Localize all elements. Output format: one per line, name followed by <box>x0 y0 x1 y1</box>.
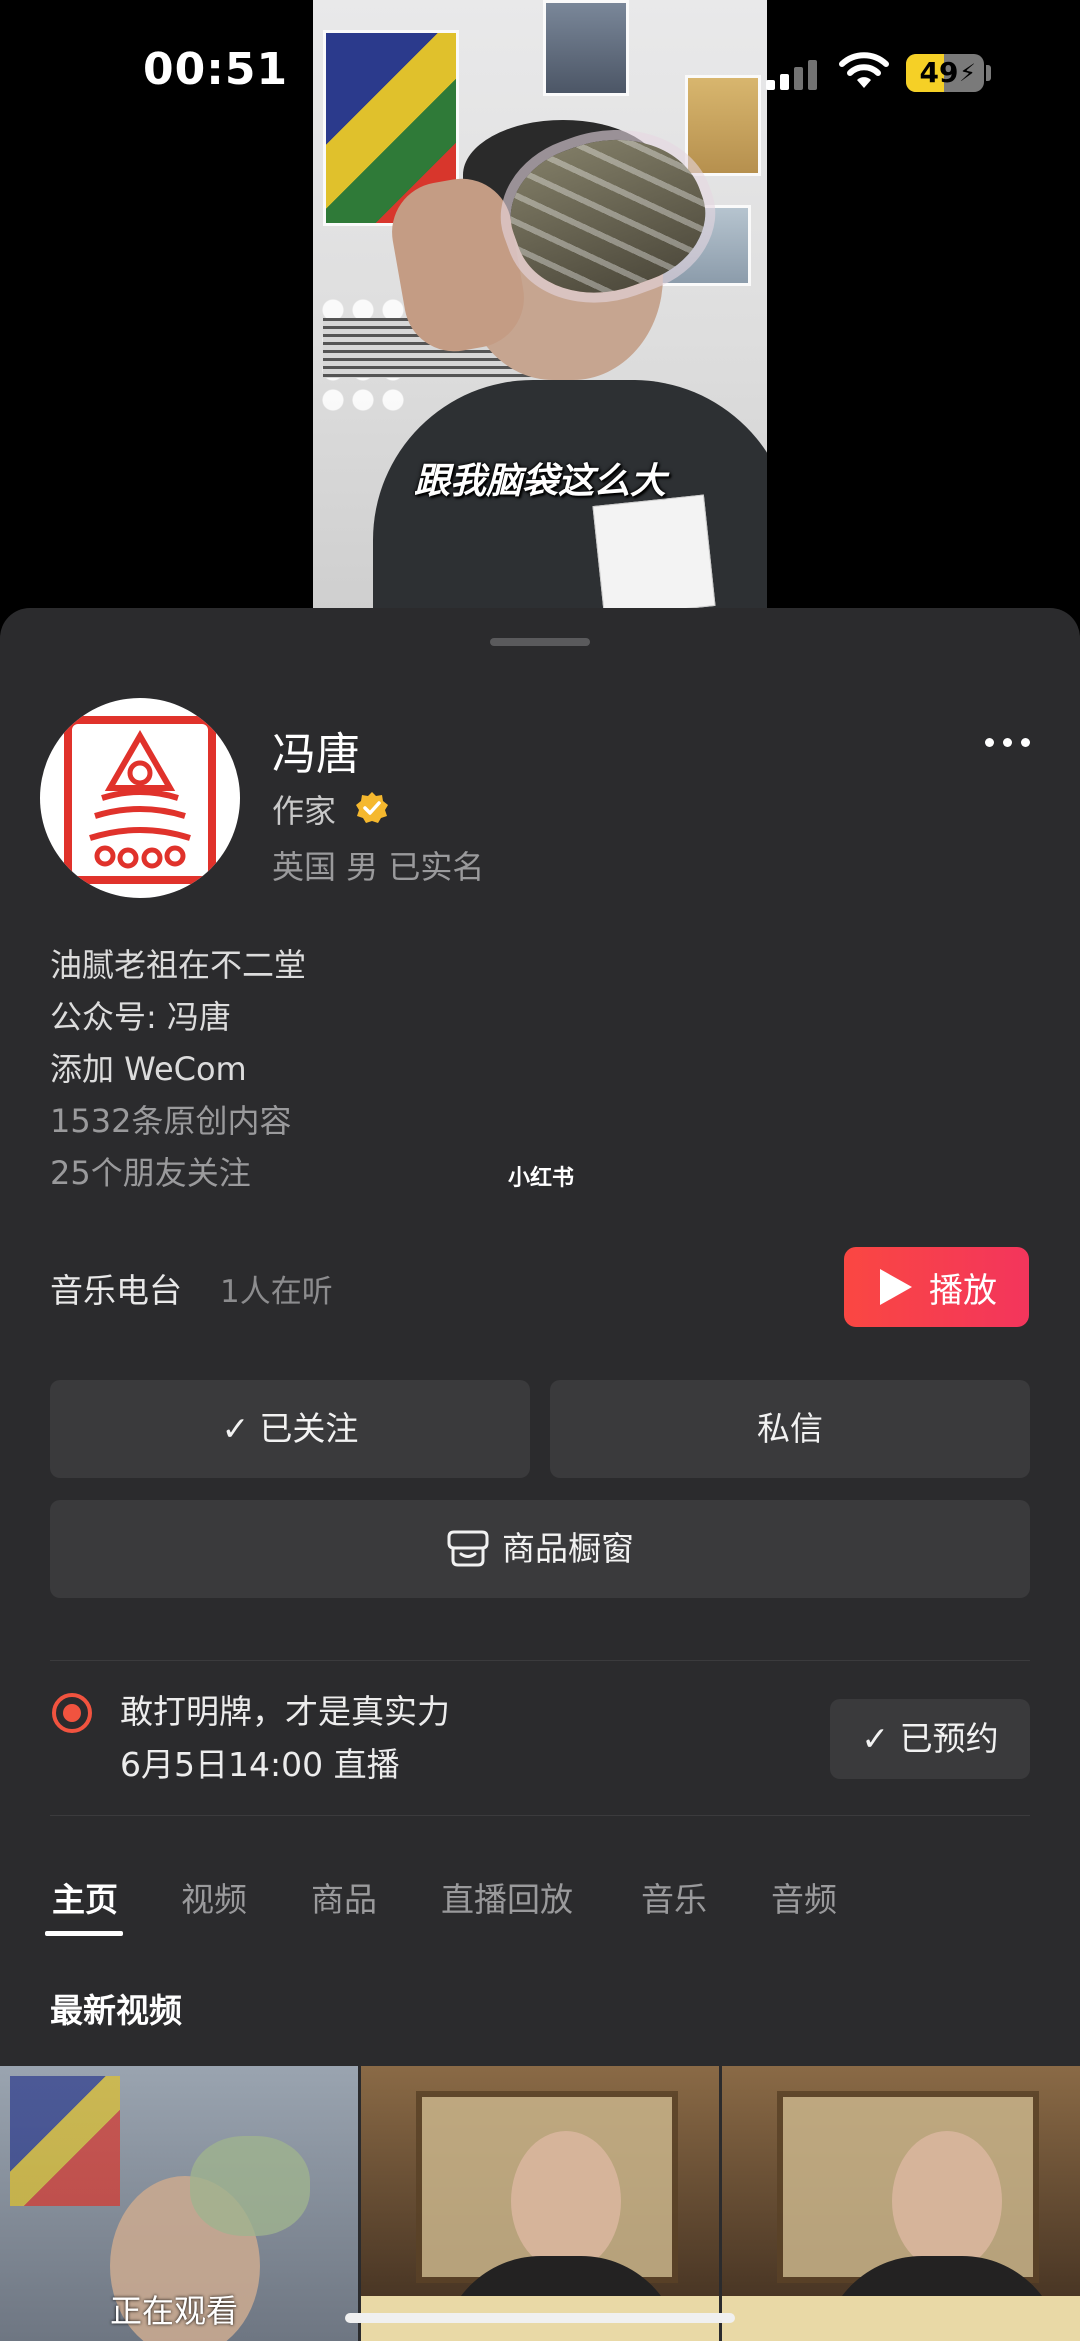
profile-name: 冯唐 <box>272 729 360 780</box>
watermark: 小红书 <box>508 1166 575 1191</box>
latest-videos-title: 最新视频 <box>50 1991 182 2030</box>
tab-live-replay[interactable]: 直播回放 <box>441 1873 573 1921</box>
divider <box>50 1815 1030 1816</box>
reserved-button[interactable]: ✓ 已预约 <box>830 1699 1030 1779</box>
more-icon[interactable] <box>985 733 1033 753</box>
battery-icon: 49 ⚡ <box>906 54 984 92</box>
status-time: 00:51 <box>143 44 289 95</box>
shop-icon <box>447 1530 489 1566</box>
shop-window-button[interactable]: 商品橱窗 <box>50 1500 1030 1598</box>
message-button[interactable]: 私信 <box>550 1380 1030 1478</box>
tab-audio[interactable]: 音频 <box>771 1873 837 1921</box>
friends-following[interactable]: 25个朋友关注 <box>50 1148 251 1194</box>
avatar[interactable] <box>40 698 240 898</box>
live-icon <box>52 1693 92 1733</box>
live-title: 敢打明牌，才是真实力 <box>120 1692 450 1731</box>
video-thumbnail[interactable] <box>361 2066 719 2341</box>
play-label: 播放 <box>929 1271 997 1311</box>
profile-meta: 英国 男 已实名 <box>272 848 485 886</box>
followed-button[interactable]: ✓ 已关注 <box>50 1380 530 1478</box>
tab-music[interactable]: 音乐 <box>641 1873 707 1921</box>
bio-line: 油腻老祖在不二堂 <box>50 946 307 984</box>
sheet-drag-handle[interactable] <box>490 638 590 646</box>
bio-line[interactable]: 添加 WeCom <box>50 1044 247 1090</box>
followed-label: 已关注 <box>259 1409 359 1448</box>
original-content-count: 1532条原创内容 <box>50 1102 292 1140</box>
video-thumbnail[interactable] <box>722 2066 1080 2341</box>
signal-icon <box>766 58 820 90</box>
check-icon: ✓ <box>221 1409 250 1448</box>
check-icon: ✓ <box>861 1719 900 1758</box>
battery-cap <box>986 65 991 81</box>
tab-home[interactable]: 主页 <box>52 1873 118 1921</box>
play-button[interactable]: 播放 <box>844 1247 1029 1327</box>
home-indicator[interactable] <box>345 2313 735 2323</box>
video-subtitle: 跟我脑袋这么大 <box>413 461 666 502</box>
status-bar: 00:51 49 ⚡ <box>0 0 1080 140</box>
live-date: 6月5日14:00 直播 <box>120 1745 400 1784</box>
paper-note <box>592 494 716 610</box>
profile-role: 作家 <box>272 792 337 830</box>
now-watching-label: 正在观看 <box>110 2292 239 2330</box>
music-radio-label: 音乐电台 <box>50 1271 182 1310</box>
play-icon <box>880 1269 912 1305</box>
shop-window-label: 商品橱窗 <box>502 1529 634 1568</box>
verified-icon <box>356 792 388 823</box>
tab-products[interactable]: 商品 <box>311 1873 377 1921</box>
active-tab-indicator <box>45 1931 123 1936</box>
tab-videos[interactable]: 视频 <box>181 1873 247 1921</box>
divider <box>50 1660 1030 1661</box>
wifi-icon <box>839 52 889 88</box>
bio-line[interactable]: 公众号: 冯唐 <box>50 992 231 1038</box>
message-label: 私信 <box>757 1409 823 1448</box>
reserved-label: 已预约 <box>899 1719 999 1758</box>
radio-listeners: 1人在听 <box>220 1274 333 1310</box>
